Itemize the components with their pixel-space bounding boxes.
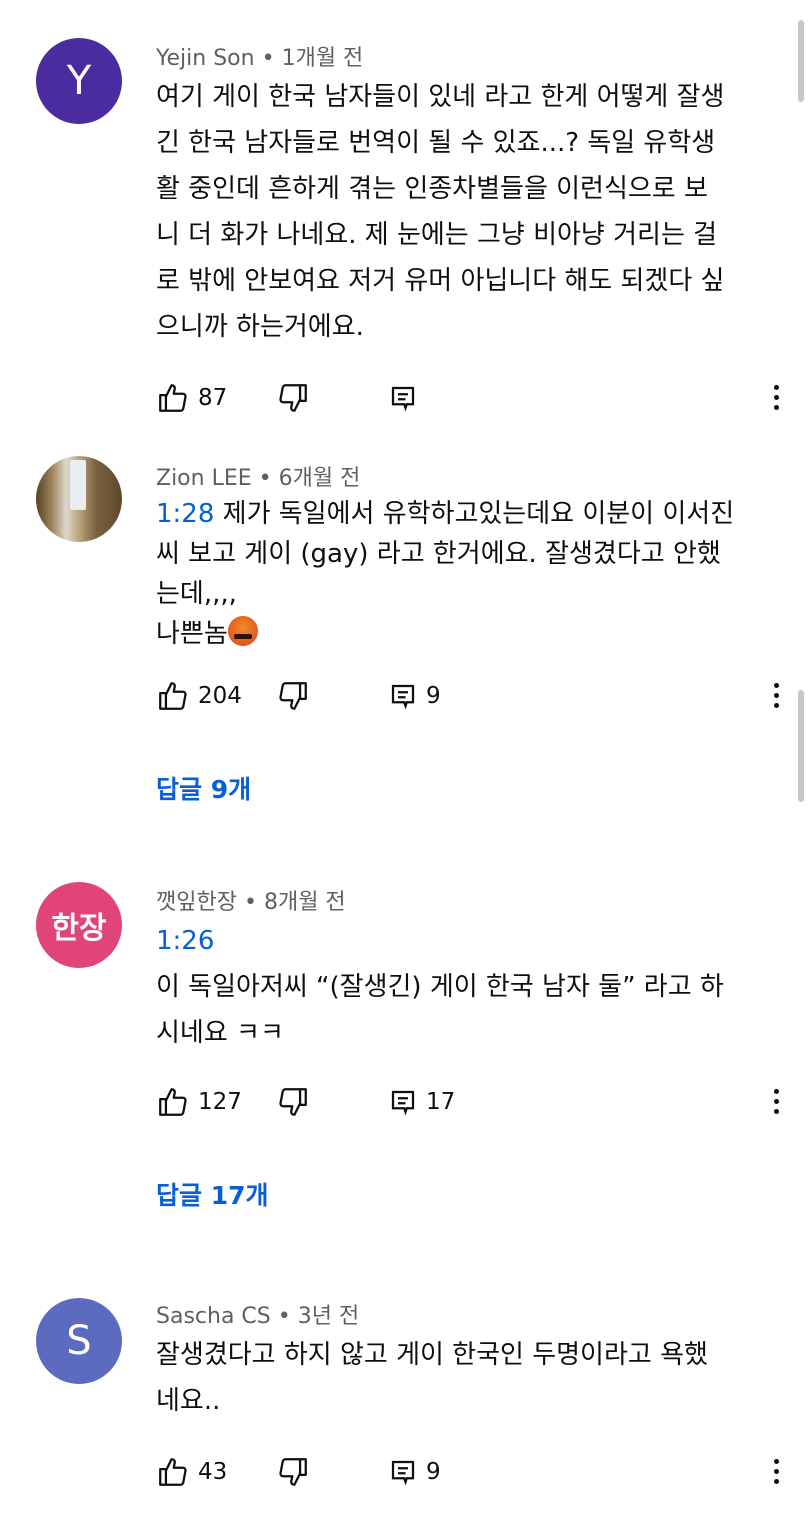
reply-button[interactable]: 9 [388, 676, 441, 716]
reply-button[interactable]: 9 [388, 1452, 441, 1492]
comment-actions: 127 17 [156, 1082, 786, 1122]
reply-count: 9 [426, 683, 441, 709]
meta-separator: • [243, 890, 264, 915]
comment-meta: Yejin Son • 1개월 전 [156, 40, 363, 72]
author-name[interactable]: Zion LEE [156, 466, 252, 491]
comment-time: 6개월 전 [278, 466, 361, 491]
comment-line: 니 더 화가 나네요. 제 눈에는 그냥 비아냥 거리는 걸 [156, 220, 718, 250]
meta-separator: • [277, 1304, 298, 1329]
thumb-down-icon [279, 682, 307, 710]
comment-actions: 43 9 [156, 1452, 786, 1492]
timestamp-link[interactable]: 1:28 [156, 499, 214, 529]
comment-line-rest: 제가 독일에서 유학하고있는데요 이분이 이서진 [214, 499, 735, 529]
like-count: 87 [198, 385, 228, 411]
dislike-button[interactable] [276, 1082, 310, 1122]
meta-separator: • [258, 466, 279, 491]
comment-line: 이 독일아저씨 “(잘생긴) 게이 한국 남자 둘” 라고 하 [156, 972, 724, 1002]
comment-line: 시네요 ㅋㅋ [156, 1018, 284, 1048]
reply-button[interactable] [388, 378, 418, 418]
more-vert-icon[interactable] [766, 380, 786, 416]
comment-text: 1:26 이 독일아저씨 “(잘생긴) 게이 한국 남자 둘” 라고 하 시네요… [156, 918, 776, 1056]
comment-line: 나쁜놈 [156, 614, 776, 654]
comment-text: 여기 게이 한국 남자들이 있네 라고 한게 어떻게 잘생 긴 한국 남자들로 … [156, 74, 776, 350]
dislike-button[interactable] [276, 676, 310, 716]
avatar[interactable]: 한장 [36, 882, 122, 968]
dislike-button[interactable] [276, 378, 310, 418]
comment-actions: 87 [156, 378, 786, 418]
reply-icon [391, 1460, 415, 1486]
dislike-button[interactable] [276, 1452, 310, 1492]
comment-line-text: 나쁜놈 [156, 619, 228, 649]
comment-time: 8개월 전 [263, 890, 346, 915]
more-vert-icon[interactable] [766, 1454, 786, 1490]
like-button[interactable]: 127 [156, 1082, 242, 1122]
like-button[interactable]: 204 [156, 676, 242, 716]
more-vert-icon[interactable] [766, 678, 786, 714]
like-button[interactable]: 87 [156, 378, 227, 418]
author-name[interactable]: 깻잎한장 [156, 890, 237, 915]
comment-meta: Zion LEE • 6개월 전 [156, 460, 360, 492]
author-name[interactable]: Yejin Son [156, 46, 255, 71]
reply-icon [391, 386, 415, 412]
comment-line: 씨 보고 게이 (gay) 라고 한거에요. 잘생겼다고 안했 [156, 539, 721, 569]
thumb-down-icon [279, 1088, 307, 1116]
thumb-up-icon [159, 1458, 187, 1486]
view-replies-button[interactable]: 답글 9개 [156, 770, 251, 806]
comment-meta: Sascha CS • 3년 전 [156, 1298, 359, 1330]
reply-button[interactable]: 17 [388, 1082, 455, 1122]
thumb-up-icon [159, 1088, 187, 1116]
meta-separator: • [261, 46, 282, 71]
avatar[interactable] [36, 456, 122, 542]
thumb-down-icon [279, 1458, 307, 1486]
thumb-down-icon [279, 384, 307, 412]
comment-meta: 깻잎한장 • 8개월 전 [156, 884, 346, 916]
angry-cursing-face-emoji [227, 616, 258, 646]
reply-icon [391, 1090, 415, 1116]
scrollbar-mid[interactable] [798, 690, 804, 802]
comment-line: 긴 한국 남자들로 번역이 될 수 있죠...? 독일 유학생 [156, 128, 716, 158]
view-replies-button[interactable]: 답글 17개 [156, 1176, 269, 1212]
thumb-up-icon [159, 384, 187, 412]
comment-line: 네요.. [156, 1386, 221, 1416]
avatar[interactable]: S [36, 1298, 122, 1384]
comment-text: 1:28 제가 독일에서 유학하고있는데요 이분이 이서진 씨 보고 게이 (g… [156, 494, 776, 654]
comment-actions: 204 9 [156, 676, 786, 716]
comment-time: 1개월 전 [281, 46, 364, 71]
like-button[interactable]: 43 [156, 1452, 227, 1492]
comment-line: 는데,,,, [156, 579, 237, 609]
comment-line: 로 밖에 안보여요 저거 유머 아닙니다 해도 되겠다 싶 [156, 266, 725, 296]
author-name[interactable]: Sascha CS [156, 1304, 271, 1329]
like-count: 204 [198, 683, 242, 709]
scrollbar-top[interactable] [798, 20, 804, 102]
comment-time: 3년 전 [297, 1304, 360, 1329]
reply-count: 17 [426, 1089, 456, 1115]
comment-line: 잘생겼다고 하지 않고 게이 한국인 두명이라고 욕했 [156, 1340, 708, 1370]
comment-line: 1:28 제가 독일에서 유학하고있는데요 이분이 이서진 [156, 494, 776, 534]
comment-line: 활 중인데 흔하게 겪는 인종차별들을 이런식으로 보 [156, 174, 708, 204]
reply-icon [391, 684, 415, 710]
reply-count: 9 [426, 1459, 441, 1485]
comment-line: 여기 게이 한국 남자들이 있네 라고 한게 어떻게 잘생 [156, 82, 725, 112]
like-count: 43 [198, 1459, 228, 1485]
comment-line: 1:26 [156, 918, 776, 964]
timestamp-link[interactable]: 1:26 [156, 926, 214, 956]
more-vert-icon[interactable] [766, 1084, 786, 1120]
avatar[interactable]: Y [36, 38, 122, 124]
comment-text: 잘생겼다고 하지 않고 게이 한국인 두명이라고 욕했 네요.. [156, 1332, 776, 1424]
comment-line: 으니까 하는거에요. [156, 312, 364, 342]
thumb-up-icon [159, 682, 187, 710]
like-count: 127 [198, 1089, 242, 1115]
